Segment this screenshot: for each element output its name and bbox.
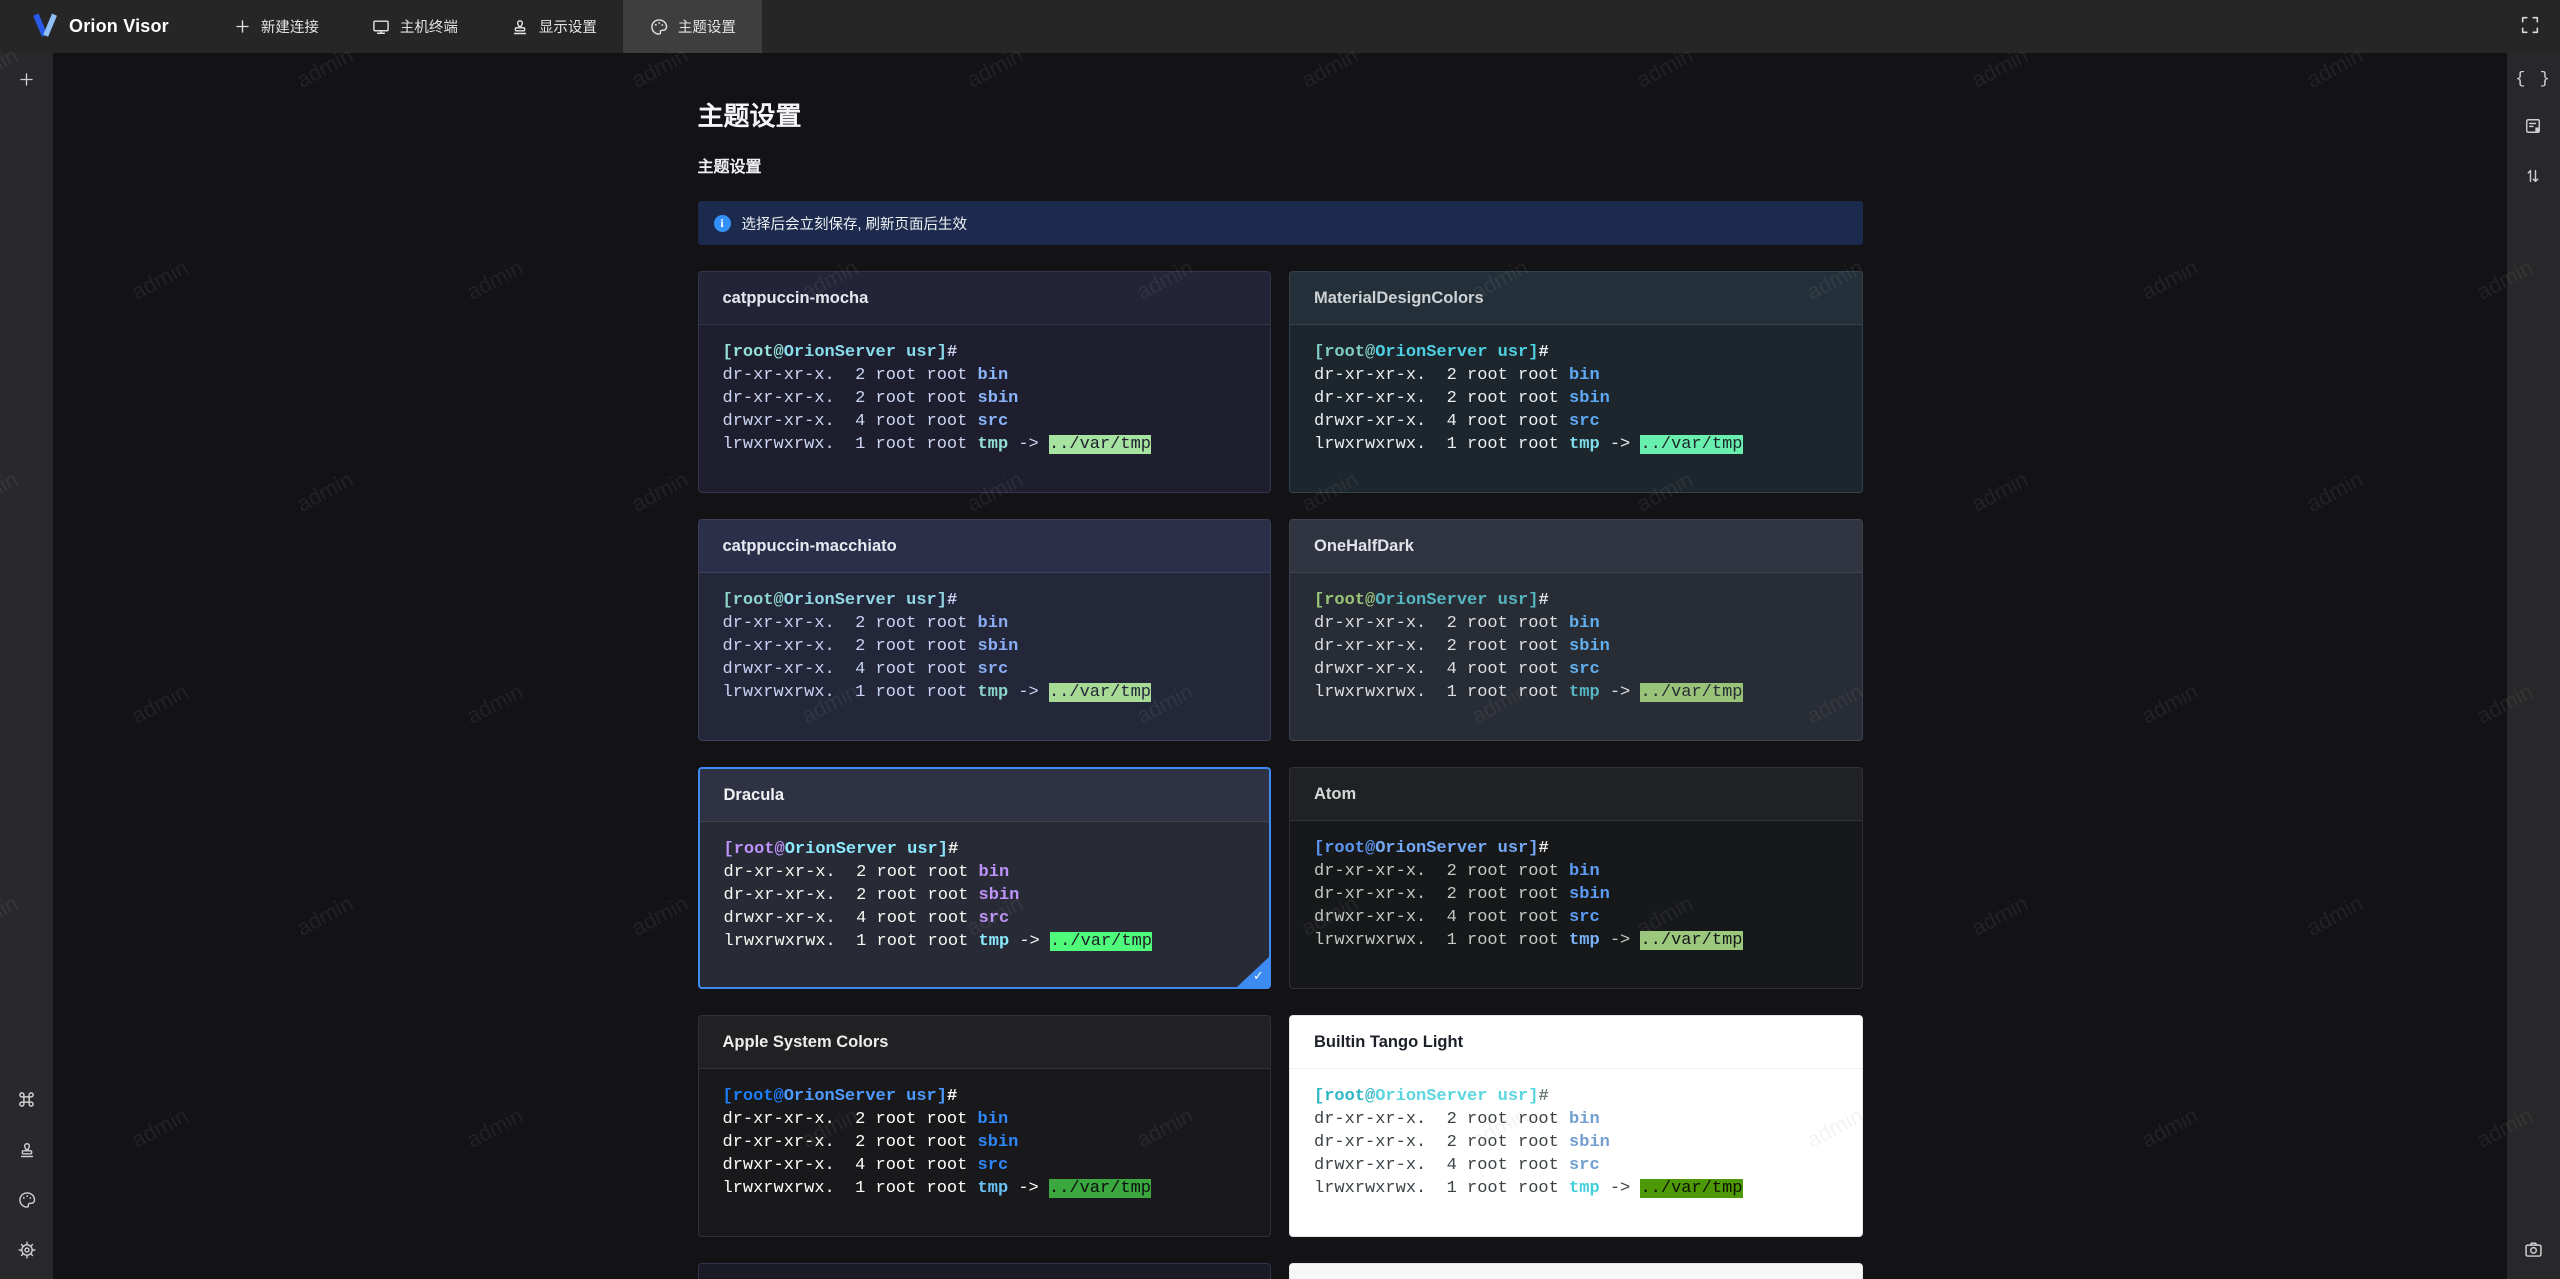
tab-label: 新建连接 [260, 20, 319, 36]
command-button[interactable] [14, 1087, 39, 1115]
formdoc-button[interactable] [2521, 114, 2545, 141]
theme-card-header: Builtin Tango Light [1290, 1016, 1862, 1069]
command-icon [16, 1092, 37, 1113]
theme-card[interactable]: Apple System Colors [root@OrionServer us… [697, 1015, 1271, 1237]
palette-icon [649, 17, 669, 37]
tab-label: 显示设置 [538, 20, 597, 36]
theme-card[interactable]: MaterialDesignColors [root@OrionServer u… [1289, 271, 1863, 493]
app-logo [30, 10, 58, 43]
theme-grid: catppuccin-mocha [root@OrionServer usr]#… [697, 271, 1863, 1279]
theme-card-header [698, 1264, 1270, 1279]
fullscreen-icon [2519, 14, 2541, 39]
left-sidebar [0, 53, 53, 1279]
plus-icon [17, 73, 36, 92]
tab-host-terminal[interactable]: 主机终端 [345, 0, 484, 53]
palette-button[interactable] [15, 1188, 39, 1215]
plus-button[interactable] [15, 68, 38, 94]
topbar-tabs: 新建连接 主机终端 显示设置 主题设置 [207, 0, 762, 53]
sort-icon [2523, 169, 2543, 189]
formdoc-icon [2523, 119, 2543, 139]
info-icon: i [713, 214, 731, 232]
theme-name: catppuccin-mocha [722, 288, 869, 307]
stamp-icon [17, 1143, 37, 1163]
theme-card[interactable]: Builtin Tango Light [root@OrionServer us… [1289, 1015, 1863, 1237]
tab-display-settings[interactable]: 显示设置 [484, 0, 623, 53]
braces-icon: { } [2515, 70, 2552, 89]
theme-card-header: Apple System Colors [698, 1016, 1270, 1069]
section-title: 主题设置 [697, 159, 762, 176]
palette-icon [17, 1192, 37, 1213]
fullscreen-button[interactable] [2515, 10, 2545, 43]
check-icon: ✓ [1253, 969, 1264, 984]
terminal-preview: [root@OrionServer usr]# dr-xr-xr-x. 2 roo… [1314, 1087, 1743, 1198]
camera-button[interactable] [2521, 1237, 2546, 1265]
tab-new-connection[interactable]: 新建连接 [207, 0, 345, 53]
theme-card-header: catppuccin-mocha [698, 272, 1270, 325]
tab-label: 主题设置 [677, 20, 736, 36]
theme-card-header: MaterialDesignColors [1290, 272, 1862, 325]
gear-icon [17, 1241, 37, 1263]
terminal-preview: [root@OrionServer usr]# dr-xr-xr-x. 2 roo… [722, 1087, 1151, 1198]
braces-button[interactable]: { } [2513, 68, 2554, 91]
left-rail-top [15, 68, 38, 94]
sort-button[interactable] [2521, 164, 2545, 191]
theme-card[interactable]: Dracula [root@OrionServer usr]# dr-xr-xr-… [697, 767, 1271, 989]
gear-button[interactable] [15, 1238, 39, 1265]
tab-label: 主机终端 [399, 20, 458, 36]
theme-name: Atom [1314, 784, 1357, 803]
terminal-preview: [root@OrionServer usr]# dr-xr-xr-x. 2 roo… [722, 343, 1151, 454]
theme-card[interactable]: OneHalfDark [root@OrionServer usr]# dr-xr… [1289, 519, 1863, 741]
theme-name: Builtin Tango Light [1314, 1032, 1464, 1051]
left-rail-bottom [14, 1087, 39, 1265]
theme-card[interactable]: ✓ [1289, 1263, 1863, 1279]
tab-theme-settings[interactable]: 主题设置 [622, 0, 762, 53]
theme-card[interactable]: catppuccin-macchiato [root@OrionServer u… [697, 519, 1271, 741]
theme-card[interactable]: ✓ [697, 1263, 1271, 1279]
main-content: 主题设置 主题设置 i 选择后会立刻保存, 刷新页面后生效 catppuccin… [53, 53, 2507, 1279]
monitor-icon [371, 17, 391, 37]
theme-card-header: OneHalfDark [1290, 520, 1862, 573]
theme-card[interactable]: catppuccin-mocha [root@OrionServer usr]#… [697, 271, 1271, 493]
right-rail-top: { } [2513, 68, 2554, 191]
page-title: 主题设置 [697, 101, 802, 131]
theme-card-header: Dracula [699, 769, 1269, 822]
terminal-preview: [root@OrionServer usr]# dr-xr-xr-x. 2 roo… [1314, 839, 1743, 950]
alert-text: 选择后会立刻保存, 刷新页面后生效 [741, 216, 968, 233]
topbar: Orion Visor 新建连接 主机终端 显示设置 主题设置 [0, 0, 2560, 53]
terminal-preview: [root@OrionServer usr]# dr-xr-xr-x. 2 roo… [723, 840, 1152, 951]
app-brand: Orion Visor [0, 10, 169, 43]
camera-icon [2523, 1242, 2544, 1263]
theme-card-header [1290, 1264, 1862, 1279]
stamp-button[interactable] [15, 1138, 39, 1165]
plus-icon [233, 17, 252, 36]
terminal-preview: [root@OrionServer usr]# dr-xr-xr-x. 2 roo… [1314, 591, 1743, 702]
theme-card[interactable]: Atom [root@OrionServer usr]# dr-xr-xr-x. … [1289, 767, 1863, 989]
theme-name: Apple System Colors [722, 1032, 889, 1051]
theme-card-header: Atom [1290, 768, 1862, 821]
theme-name: catppuccin-macchiato [722, 536, 897, 555]
theme-name: Dracula [723, 785, 785, 804]
right-sidebar: { } [2507, 53, 2560, 1279]
theme-name: MaterialDesignColors [1314, 288, 1484, 307]
selected-corner-badge: ✓ [1237, 957, 1269, 987]
terminal-preview: [root@OrionServer usr]# dr-xr-xr-x. 2 roo… [722, 591, 1151, 702]
terminal-preview: [root@OrionServer usr]# dr-xr-xr-x. 2 roo… [1314, 343, 1743, 454]
brand-title: Orion Visor [69, 16, 169, 36]
right-rail-bottom [2521, 1237, 2546, 1265]
theme-card-header: catppuccin-macchiato [698, 520, 1270, 573]
theme-name: OneHalfDark [1314, 536, 1414, 555]
info-alert: i 选择后会立刻保存, 刷新页面后生效 [697, 201, 1863, 245]
stamp-icon [510, 17, 530, 37]
